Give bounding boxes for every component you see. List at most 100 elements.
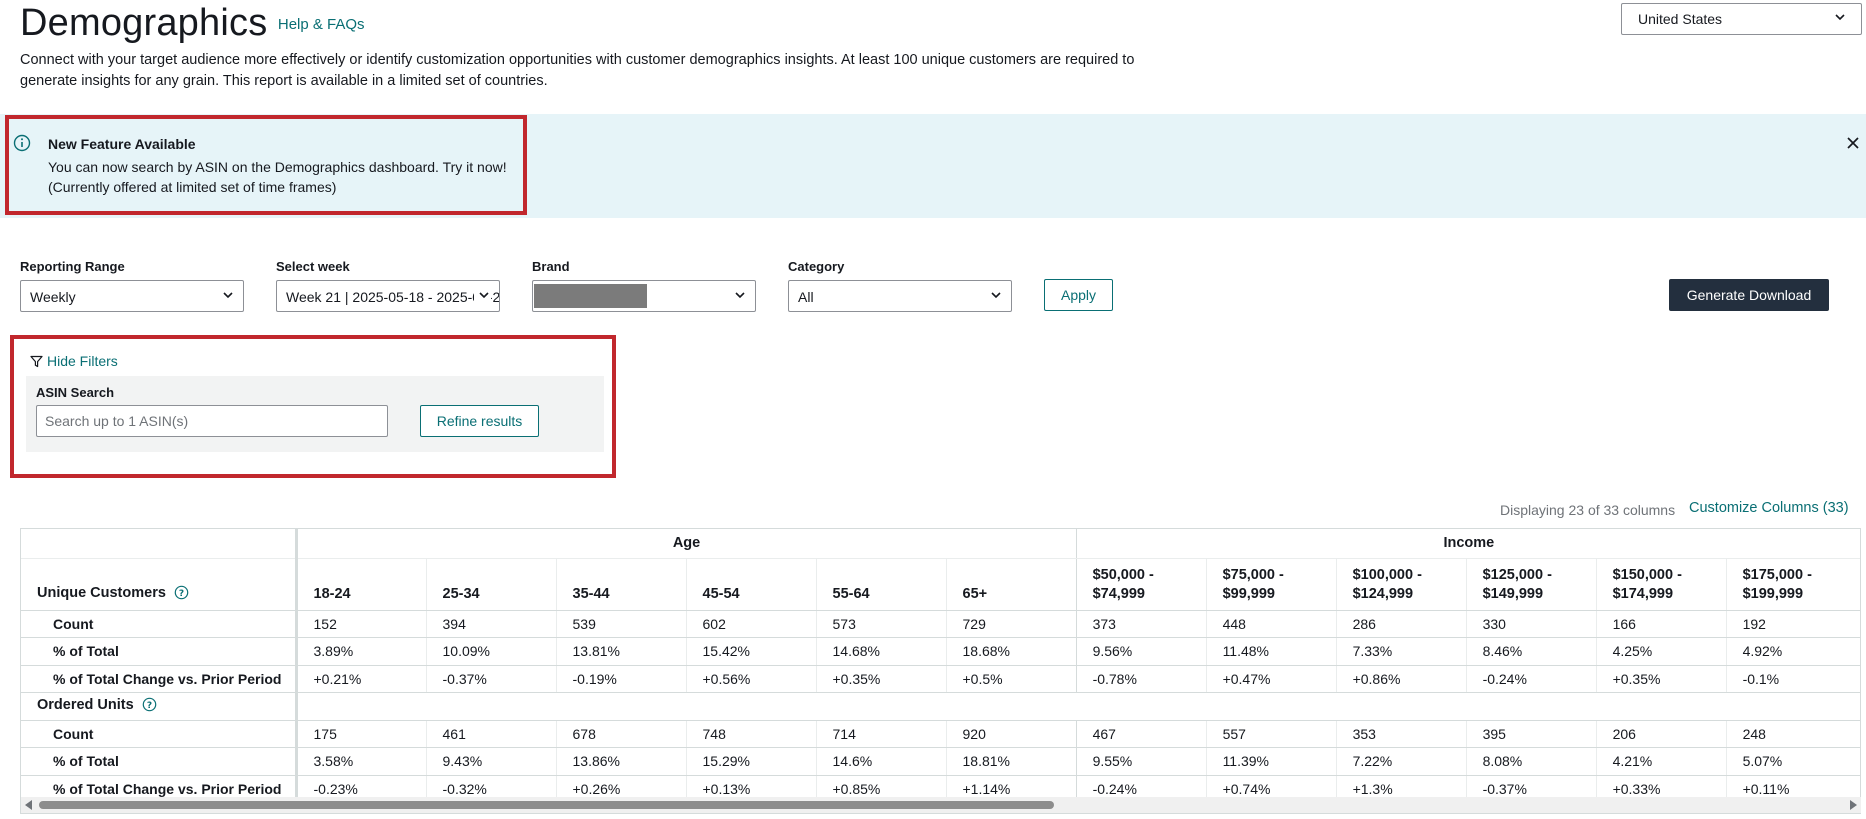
column-header[interactable]: $75,000 - $99,999 xyxy=(1206,558,1337,611)
table-cell: 248 xyxy=(1726,720,1860,748)
income-group-header: Income xyxy=(1076,529,1860,559)
horizontal-scrollbar[interactable] xyxy=(21,797,1861,813)
table-cell: 330 xyxy=(1466,610,1597,638)
table-cell: 9.55% xyxy=(1076,747,1207,776)
table-cell: 18.68% xyxy=(946,637,1077,666)
help-faqs-link[interactable]: Help & FAQs xyxy=(278,16,365,33)
select-week-value: Week 21 | 2025-05-18 - 2025-05-24 xyxy=(286,289,500,305)
column-header[interactable]: $100,000 - $124,999 xyxy=(1336,558,1467,611)
banner-title: New Feature Available xyxy=(48,136,196,152)
page-title: Demographics xyxy=(20,2,268,44)
table-cell: 7.33% xyxy=(1336,637,1467,666)
column-header[interactable]: $175,000 - $199,999 xyxy=(1726,558,1860,611)
section-title: Unique Customers xyxy=(37,584,166,601)
table-cell: 13.86% xyxy=(556,747,687,776)
table-cell: +0.21% xyxy=(296,665,427,693)
help-circle-icon[interactable]: ? xyxy=(174,585,189,604)
table-cell: -0.24% xyxy=(1466,665,1597,693)
column-header[interactable]: $125,000 - $149,999 xyxy=(1466,558,1597,611)
chevron-down-icon xyxy=(730,288,747,305)
chevron-down-icon xyxy=(474,288,491,305)
column-header[interactable]: 65+ xyxy=(946,558,1077,611)
column-header[interactable]: $50,000 - $74,999 xyxy=(1076,558,1207,611)
table-cell: 573 xyxy=(816,610,947,638)
table-cell: 373 xyxy=(1076,610,1207,638)
svg-text:?: ? xyxy=(179,589,184,599)
section-header: Ordered Units ? xyxy=(21,692,298,721)
table-cell: -0.1% xyxy=(1726,665,1860,693)
table-cell: 557 xyxy=(1206,720,1337,748)
table-row: % of Total 3.58% 9.43% 13.86% 15.29% 14.6% 18.… xyxy=(21,747,1860,776)
age-group-header: Age xyxy=(296,529,1077,559)
row-label: Count xyxy=(21,720,298,748)
banner-text: You can now search by ASIN on the Demogr… xyxy=(48,159,507,175)
table-cell: 461 xyxy=(426,720,557,748)
refine-results-button[interactable]: Refine results xyxy=(420,405,539,437)
apply-button[interactable]: Apply xyxy=(1044,279,1113,311)
table-cell: 3.89% xyxy=(296,637,427,666)
scroll-left-icon[interactable] xyxy=(25,800,32,810)
row-label: Count xyxy=(21,610,298,638)
columns-display-info: Displaying 23 of 33 columns xyxy=(1500,502,1676,518)
table-cell: 353 xyxy=(1336,720,1467,748)
brand-select[interactable] xyxy=(532,280,756,312)
table-cell: 8.08% xyxy=(1466,747,1597,776)
info-icon xyxy=(13,134,31,157)
help-circle-icon[interactable]: ? xyxy=(142,697,157,716)
hide-filters-toggle[interactable]: Hide Filters xyxy=(30,353,118,369)
column-header[interactable]: 45-54 xyxy=(686,558,817,611)
scrollbar-thumb[interactable] xyxy=(39,801,1054,809)
section-title: Ordered Units xyxy=(37,696,134,713)
table-cell: 11.48% xyxy=(1206,637,1337,666)
table-row: Count 175 461 678 748 714 920 467 557 353 395 206 24… xyxy=(21,720,1860,748)
table-cell: +0.5% xyxy=(946,665,1077,693)
table-row: % of Total 3.89% 10.09% 13.81% 15.42% 14.68% 1… xyxy=(21,637,1860,666)
demographics-table: Age Income Unique Customers ? 18-24 25-3… xyxy=(20,528,1861,814)
table-cell: -0.19% xyxy=(556,665,687,693)
table-cell: 539 xyxy=(556,610,687,638)
row-label: % of Total Change vs. Prior Period xyxy=(21,665,298,693)
chevron-down-icon xyxy=(1833,10,1847,27)
close-icon[interactable] xyxy=(1846,136,1860,155)
table-cell: 602 xyxy=(686,610,817,638)
asin-search-input[interactable] xyxy=(36,405,388,437)
table-cell: 678 xyxy=(556,720,687,748)
reporting-range-label: Reporting Range xyxy=(20,259,125,274)
reporting-range-select[interactable]: Weekly xyxy=(20,280,244,312)
table-cell: 714 xyxy=(816,720,947,748)
column-header[interactable]: 25-34 xyxy=(426,558,557,611)
table-cell: 192 xyxy=(1726,610,1860,638)
country-select[interactable]: United States xyxy=(1621,3,1862,35)
table-row: Count 152 394 539 602 573 729 373 448 286 330 166 19… xyxy=(21,610,1860,638)
table-cell: 15.42% xyxy=(686,637,817,666)
section-header: Unique Customers ? xyxy=(21,558,298,611)
column-header[interactable]: 18-24 xyxy=(296,558,427,611)
table-cell: 7.22% xyxy=(1336,747,1467,776)
chevron-down-icon xyxy=(986,288,1003,305)
table-cell: 9.43% xyxy=(426,747,557,776)
column-header[interactable]: 55-64 xyxy=(816,558,947,611)
category-select[interactable]: All xyxy=(788,280,1012,312)
table-cell: 286 xyxy=(1336,610,1467,638)
asin-search-label: ASIN Search xyxy=(36,385,115,400)
scroll-right-icon[interactable] xyxy=(1850,800,1857,810)
table-cell: 395 xyxy=(1466,720,1597,748)
page-header: Demographics Help & FAQs xyxy=(20,2,365,45)
table-row: % of Total Change vs. Prior Period +0.21%… xyxy=(21,665,1860,693)
row-label: % of Total xyxy=(21,747,298,776)
table-cell: 14.6% xyxy=(816,747,947,776)
new-feature-banner: New Feature Available You can now search… xyxy=(0,114,1866,218)
table-cell: 152 xyxy=(296,610,427,638)
redacted-brand-value xyxy=(534,284,647,308)
column-header[interactable]: 35-44 xyxy=(556,558,687,611)
customize-columns-link[interactable]: Customize Columns (33) xyxy=(1689,500,1849,516)
table-cell: -0.78% xyxy=(1076,665,1207,693)
table-cell: 467 xyxy=(1076,720,1207,748)
column-header[interactable]: $150,000 - $174,999 xyxy=(1596,558,1727,611)
table-cell: 3.58% xyxy=(296,747,427,776)
table-cell: 8.46% xyxy=(1466,637,1597,666)
select-week-select[interactable]: Week 21 | 2025-05-18 - 2025-05-24 xyxy=(276,280,500,312)
table-cell: 11.39% xyxy=(1206,747,1337,776)
generate-download-button[interactable]: Generate Download xyxy=(1669,279,1829,311)
table-cell: +0.35% xyxy=(1596,665,1727,693)
